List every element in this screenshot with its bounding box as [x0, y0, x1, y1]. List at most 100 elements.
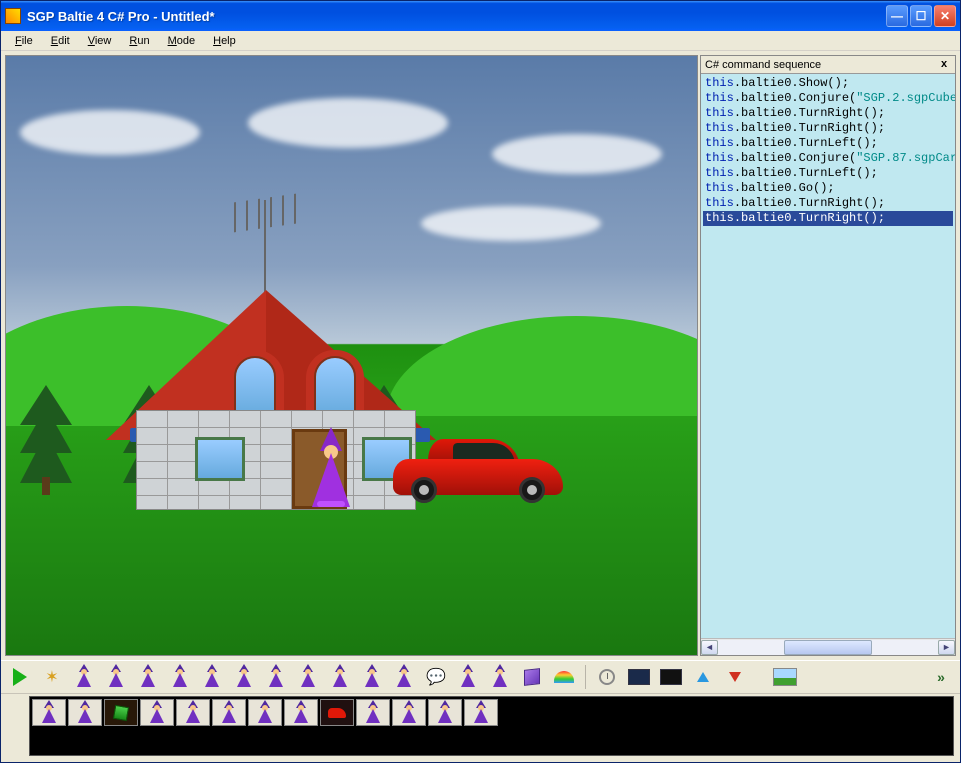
- timeline-cell[interactable]: [464, 699, 498, 726]
- wizard-wave-button[interactable]: ✶: [39, 664, 65, 690]
- cube-icon: [113, 704, 129, 720]
- menu-edit[interactable]: Edit: [43, 33, 78, 49]
- download-button[interactable]: [722, 664, 748, 690]
- upload-button[interactable]: [690, 664, 716, 690]
- toolbar-overflow-button[interactable]: »: [928, 664, 954, 690]
- timeline-cell[interactable]: [428, 699, 462, 726]
- timeline-cell[interactable]: [392, 699, 426, 726]
- code-line[interactable]: this.baltie0.TurnRight();: [703, 121, 953, 136]
- code-listing[interactable]: this.baltie0.Show();this.baltie0.Conjure…: [701, 74, 955, 638]
- wizard-act-1-button[interactable]: [71, 664, 97, 690]
- wizard-act-4-button[interactable]: [167, 664, 193, 690]
- content-area: C# command sequence x this.baltie0.Show(…: [1, 51, 960, 660]
- close-button[interactable]: ✕: [934, 5, 956, 27]
- titlebar[interactable]: SGP Baltie 4 C# Pro - Untitled* — ☐ ✕: [1, 1, 960, 31]
- code-panel-close-button[interactable]: x: [937, 58, 951, 72]
- scroll-left-button[interactable]: ◄: [701, 640, 718, 655]
- wizard-icon: [363, 703, 383, 723]
- maximize-button[interactable]: ☐: [910, 5, 932, 27]
- code-line[interactable]: this.baltie0.Show();: [703, 76, 953, 91]
- code-line[interactable]: this.baltie0.TurnLeft();: [703, 136, 953, 151]
- timeline-cell[interactable]: [284, 699, 318, 726]
- app-window: SGP Baltie 4 C# Pro - Untitled* — ☐ ✕ Fi…: [0, 0, 961, 763]
- wizard-icon: [471, 703, 491, 723]
- wizard-icon: [255, 703, 275, 723]
- sparkle-icon: ✶: [45, 667, 58, 687]
- code-line[interactable]: this.baltie0.TurnRight();: [703, 211, 953, 226]
- wizard-icon: [75, 703, 95, 723]
- speech-button[interactable]: 💬: [423, 664, 449, 690]
- timeline-cell[interactable]: [320, 699, 354, 726]
- toolbar-separator: [585, 665, 586, 689]
- wizard-icon: [183, 703, 203, 723]
- timeline-cell[interactable]: [176, 699, 210, 726]
- wizard-icon: [490, 667, 510, 687]
- wizard-icon: [170, 667, 190, 687]
- wizard-act-9-button[interactable]: [327, 664, 353, 690]
- wizard-act-10-button[interactable]: [359, 664, 385, 690]
- menu-view[interactable]: View: [80, 33, 120, 49]
- wizard-icon: [106, 667, 126, 687]
- timeline-cell[interactable]: [68, 699, 102, 726]
- car-icon: [328, 708, 346, 718]
- wizard-act-11-button[interactable]: [391, 664, 417, 690]
- code-h-scrollbar[interactable]: ◄ ►: [701, 638, 955, 655]
- wizard-icon: [458, 667, 478, 687]
- menu-run[interactable]: Run: [121, 33, 157, 49]
- wizard-icon: [74, 667, 94, 687]
- menu-mode[interactable]: Mode: [160, 33, 204, 49]
- terminal-button[interactable]: [626, 664, 652, 690]
- wizard-icon: [362, 667, 382, 687]
- timeline-cell[interactable]: [248, 699, 282, 726]
- code-line[interactable]: this.baltie0.Go();: [703, 181, 953, 196]
- scroll-track[interactable]: [718, 640, 938, 655]
- window-title: SGP Baltie 4 C# Pro - Untitled*: [27, 9, 886, 24]
- code-line[interactable]: this.baltie0.Conjure("SGP.87.sgpCar");: [703, 151, 953, 166]
- window-controls: — ☐ ✕: [886, 5, 956, 27]
- 3d-viewport[interactable]: [5, 55, 698, 656]
- scroll-thumb[interactable]: [784, 640, 872, 655]
- terminal-dark-button[interactable]: [658, 664, 684, 690]
- code-line[interactable]: this.baltie0.TurnLeft();: [703, 166, 953, 181]
- clock-button[interactable]: [594, 664, 620, 690]
- app-icon: [5, 8, 21, 24]
- wizard-act-8-button[interactable]: [295, 664, 321, 690]
- code-line[interactable]: this.baltie0.TurnRight();: [703, 106, 953, 121]
- timeline-strip[interactable]: [29, 696, 954, 756]
- scene-thumb-button[interactable]: [772, 664, 798, 690]
- play-button[interactable]: [7, 664, 33, 690]
- menu-file[interactable]: File: [7, 33, 41, 49]
- speech-bubble-icon: 💬: [426, 667, 446, 687]
- menu-help[interactable]: Help: [205, 33, 244, 49]
- wizard-icon: [399, 703, 419, 723]
- wizard-act-5-button[interactable]: [199, 664, 225, 690]
- wizard-act-6-button[interactable]: [231, 664, 257, 690]
- wizard-icon: [234, 667, 254, 687]
- wizard-act-13-button[interactable]: [487, 664, 513, 690]
- timeline-cell[interactable]: [356, 699, 390, 726]
- wizard-icon: [330, 667, 350, 687]
- timeline-cell[interactable]: [104, 699, 138, 726]
- code-line[interactable]: this.baltie0.Conjure("SGP.2.sgpCube");: [703, 91, 953, 106]
- timeline-cell[interactable]: [140, 699, 174, 726]
- minimize-button[interactable]: —: [886, 5, 908, 27]
- baltie-character: [310, 427, 352, 507]
- wizard-act-2-button[interactable]: [103, 664, 129, 690]
- timeline-cell[interactable]: [212, 699, 246, 726]
- wizard-icon: [291, 703, 311, 723]
- code-panel: C# command sequence x this.baltie0.Show(…: [700, 55, 956, 656]
- play-icon: [13, 668, 27, 686]
- scroll-right-button[interactable]: ►: [938, 640, 955, 655]
- wizard-icon: [298, 667, 318, 687]
- wizard-act-7-button[interactable]: [263, 664, 289, 690]
- wizard-act-12-button[interactable]: [455, 664, 481, 690]
- cube-button[interactable]: [519, 664, 545, 690]
- rainbow-button[interactable]: [551, 664, 577, 690]
- code-panel-header[interactable]: C# command sequence x: [701, 56, 955, 74]
- terminal-icon: [628, 669, 650, 685]
- wizard-act-3-button[interactable]: [135, 664, 161, 690]
- menubar: File Edit View Run Mode Help: [1, 31, 960, 51]
- timeline-cell[interactable]: [32, 699, 66, 726]
- wizard-icon: [138, 667, 158, 687]
- code-line[interactable]: this.baltie0.TurnRight();: [703, 196, 953, 211]
